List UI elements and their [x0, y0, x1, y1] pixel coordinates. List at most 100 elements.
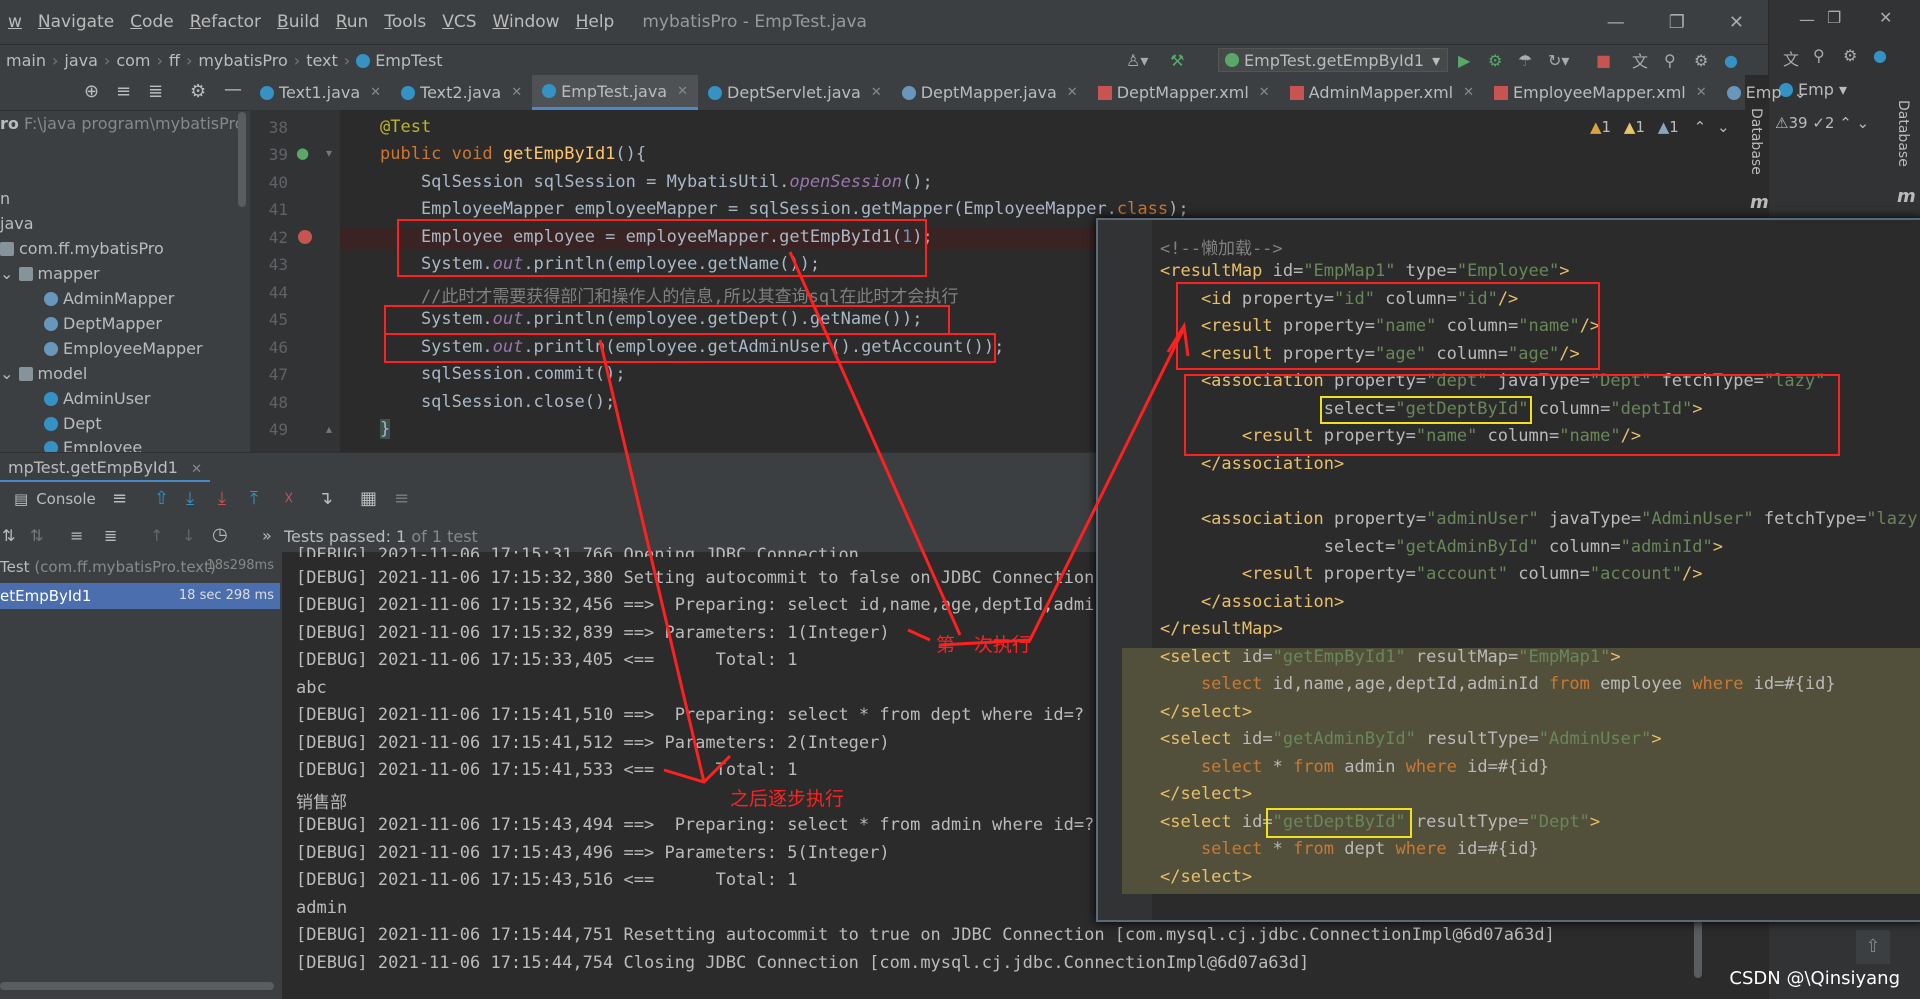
breadcrumb-main[interactable]: main	[0, 51, 52, 70]
fold-icon[interactable]: ▴	[326, 422, 332, 436]
sort-icon[interactable]: ⇅	[2, 526, 15, 545]
project-root[interactable]: ro F:\java program\mybatisPro	[0, 114, 244, 133]
breadcrumb-emptest[interactable]: EmpTest	[350, 51, 448, 70]
tree-item-adminuser[interactable]: AdminUser	[44, 389, 150, 408]
minimize-icon[interactable]: —	[1799, 10, 1815, 29]
close-icon[interactable]: ✕	[1463, 85, 1474, 100]
inspection-widget[interactable]: ▲1 ▲1 ▲1 ⌃ ⌄	[1590, 118, 1730, 136]
tab-adminmapper-xml[interactable]: AdminMapper.xml ✕	[1280, 75, 1484, 110]
database-side-tab[interactable]: Database	[1895, 100, 1911, 167]
breadcrumb-com[interactable]: com	[110, 51, 156, 70]
run-icon[interactable]: ▶	[1458, 51, 1470, 70]
console-tab[interactable]: ▤ Console	[14, 490, 96, 508]
tab-employeemapper-xml[interactable]: EmployeeMapper.xml ✕	[1484, 75, 1717, 110]
download-icon[interactable]: ⤓	[186, 488, 194, 509]
maven-side-tab[interactable]: m	[1750, 192, 1769, 213]
gear-icon[interactable]: ⚙	[1843, 46, 1857, 65]
close-icon[interactable]: ✕	[1696, 85, 1707, 100]
hide-icon[interactable]: —	[224, 79, 242, 100]
run-configuration-select[interactable]: EmpTest.getEmpById1 ▾	[1218, 48, 1448, 72]
tab-deptservlet-java[interactable]: DeptServlet.java ✕	[698, 75, 892, 110]
breadcrumb-mybatispro[interactable]: mybatisPro	[192, 51, 293, 70]
menu-code[interactable]: Code	[122, 12, 182, 32]
tree-item-java[interactable]: java	[0, 214, 34, 233]
menu-help[interactable]: Help	[568, 12, 623, 32]
menu-navigate[interactable]: Navigate	[30, 12, 122, 32]
fold-icon[interactable]: ▾	[326, 146, 332, 160]
maven-side-tab[interactable]: m	[1897, 186, 1916, 207]
menu-build[interactable]: Build	[269, 12, 328, 32]
stop-icon[interactable]: ■	[1596, 51, 1611, 70]
chevron-up-icon[interactable]: ⌃	[1694, 118, 1707, 136]
project-scrollbar[interactable]	[238, 112, 246, 207]
collapse-all-icon[interactable]: ≣	[148, 81, 163, 102]
debug-icon[interactable]: ⚙	[1488, 51, 1502, 70]
breadcrumb-text[interactable]: text	[300, 51, 344, 70]
database-side-tab[interactable]: Database	[1748, 108, 1764, 175]
menu-window[interactable]: Window	[485, 12, 568, 32]
close-icon[interactable]: ✕	[191, 462, 202, 477]
test-case-row[interactable]: etEmpById1 18 sec 298 ms	[0, 583, 280, 609]
history-icon[interactable]: ◷	[212, 524, 228, 545]
translate-icon[interactable]: 文	[1632, 48, 1648, 72]
scroll-to-top-button[interactable]: ⇧	[1856, 930, 1890, 964]
run-test-gutter-icon[interactable]: ●	[296, 144, 309, 162]
align-icon[interactable]: ≡	[394, 488, 409, 509]
run-tab[interactable]: mpTest.getEmpById1 ✕	[0, 453, 210, 483]
breadcrumb-java[interactable]: java	[58, 51, 104, 70]
step-icon[interactable]: ↴	[318, 488, 333, 509]
tree-item-deptmapper[interactable]: DeptMapper	[44, 314, 162, 333]
tab-text2-java[interactable]: Text2.java ✕	[391, 75, 532, 110]
tree-item-package[interactable]: com.ff.mybatisPro	[0, 239, 164, 258]
close-icon[interactable]: ✕	[871, 85, 882, 100]
menu-view[interactable]: w	[0, 12, 30, 32]
restore-icon[interactable]: ❐	[1669, 12, 1685, 33]
previous-icon[interactable]: ↑	[150, 526, 163, 545]
tree-item-adminmapper[interactable]: AdminMapper	[44, 289, 174, 308]
tree-item-employee[interactable]: Employee	[44, 438, 142, 452]
menu-vcs[interactable]: VCS	[434, 12, 484, 32]
chevron-down-icon[interactable]: ⌄	[1794, 83, 1807, 102]
tree-item-mapper[interactable]: ⌄ mapper	[0, 264, 100, 283]
tree-item-dept[interactable]: Dept	[44, 414, 102, 433]
plugin-icon[interactable]: ●	[1873, 46, 1887, 65]
close-icon[interactable]: ✕	[1879, 8, 1892, 27]
test-tree-scrollbar[interactable]	[0, 982, 274, 990]
menu-run[interactable]: Run	[328, 12, 377, 32]
test-suite-row[interactable]: Test (com.ff.mybatisPro.text) 18s298ms	[0, 558, 280, 576]
close-icon[interactable]: ✕	[1067, 85, 1078, 100]
tab-emp[interactable]: Emp ⌄	[1717, 75, 1817, 110]
translate-icon[interactable]: 文	[1783, 46, 1799, 70]
menu-tools[interactable]: Tools	[376, 12, 434, 32]
table-icon[interactable]: ▦	[360, 488, 377, 509]
profile-icon[interactable]: ↻▾	[1548, 51, 1569, 70]
gear-icon[interactable]: ⚙	[190, 81, 206, 102]
tree-item-employeemapper[interactable]: EmployeeMapper	[44, 339, 203, 358]
expand-all-icon[interactable]: ≡	[116, 81, 131, 102]
search-icon[interactable]: ⚲	[1664, 51, 1676, 70]
upload-icon[interactable]: ⤒	[250, 488, 258, 509]
search-icon[interactable]: ⚲	[1813, 46, 1825, 65]
scroll-to-top-icon[interactable]: ⇧	[154, 488, 169, 509]
close-icon[interactable]: ✕	[1259, 85, 1270, 100]
tab-emptest-java[interactable]: EmpTest.java ✕	[532, 75, 698, 110]
user-icon[interactable]: ♙▾	[1126, 51, 1148, 70]
minimize-icon[interactable]: —	[1607, 12, 1625, 33]
restore-icon[interactable]: ❐	[1827, 8, 1841, 27]
clear-icon[interactable]: ☓	[284, 488, 294, 509]
build-hammer-icon[interactable]: ⚒	[1170, 51, 1184, 70]
tree-item-model[interactable]: ⌄ model	[0, 364, 87, 383]
gear-icon[interactable]: ⚙	[1694, 51, 1708, 70]
collapse-all-icon[interactable]: ≣	[104, 526, 117, 545]
locate-icon[interactable]: ⊕	[84, 81, 99, 102]
expand-toolbar-icon[interactable]: »	[262, 526, 272, 545]
close-icon[interactable]: ✕	[370, 85, 381, 100]
close-icon[interactable]: ✕	[677, 84, 688, 99]
menu-icon[interactable]: ≡	[112, 488, 127, 509]
breadcrumb-ff[interactable]: ff	[163, 51, 186, 70]
menu-refactor[interactable]: Refactor	[182, 12, 269, 32]
plugin-icon[interactable]: ●	[1724, 51, 1738, 70]
tab-deptmapper-xml[interactable]: DeptMapper.xml ✕	[1088, 75, 1280, 110]
sort-duration-icon[interactable]: ⇅	[30, 526, 43, 545]
close-icon[interactable]: ✕	[511, 85, 522, 100]
